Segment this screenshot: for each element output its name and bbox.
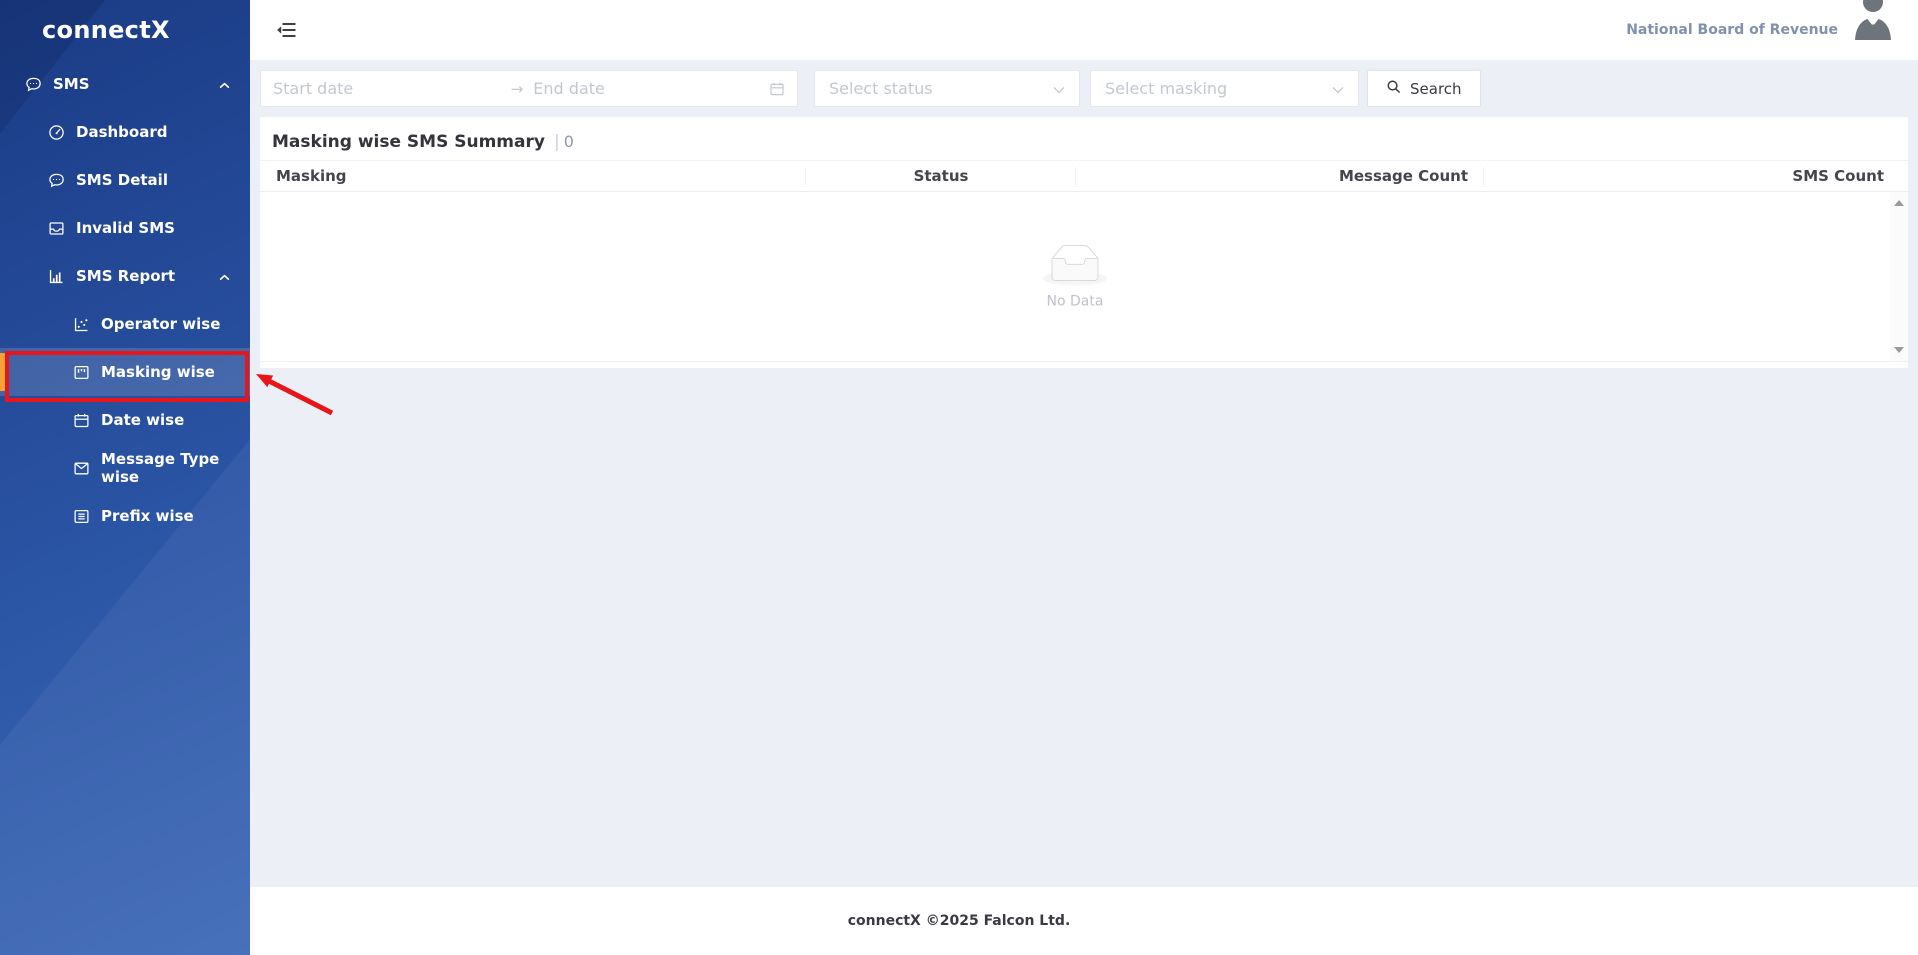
- sidebar-item-label: SMS Detail: [76, 171, 168, 189]
- mail-icon: [73, 460, 90, 477]
- record-count: 0: [564, 132, 574, 151]
- column-header-masking: Masking: [260, 167, 806, 185]
- sidebar-item-sms-detail[interactable]: SMS Detail: [0, 156, 250, 204]
- sidebar-item-label: Dashboard: [76, 123, 167, 141]
- message-icon: [48, 172, 65, 189]
- content-area: → Select status Se: [250, 60, 1918, 887]
- masking-select[interactable]: Select masking: [1090, 70, 1359, 107]
- sidebar-item-label: Masking wise: [101, 363, 215, 381]
- sidebar-item-masking-wise[interactable]: Masking wise: [0, 348, 250, 396]
- table-header-row: Masking Status Message Count SMS Count: [260, 160, 1908, 192]
- empty-state-text: No Data: [260, 293, 1890, 309]
- app-layout: connectX SMS: [0, 0, 1918, 955]
- sidebar-group-sms-report[interactable]: SMS Report: [0, 252, 250, 300]
- sidebar-item-prefix-wise[interactable]: Prefix wise: [0, 492, 250, 540]
- message-icon: [25, 76, 42, 93]
- sidebar-item-invalid-sms[interactable]: Invalid SMS: [0, 204, 250, 252]
- empty-box-icon: [1043, 244, 1107, 285]
- content-spacer: [260, 368, 1908, 877]
- search-button-label: Search: [1410, 80, 1462, 98]
- search-icon: [1386, 79, 1401, 98]
- scroll-up-arrow-icon[interactable]: [1894, 200, 1904, 206]
- sidebar-item-dashboard[interactable]: Dashboard: [0, 108, 250, 156]
- chevron-down-icon: [1332, 79, 1344, 98]
- end-date-input[interactable]: [533, 79, 761, 98]
- chevron-down-icon: [1053, 79, 1065, 98]
- status-select-placeholder: Select status: [829, 79, 933, 98]
- inbox-icon: [48, 220, 65, 237]
- sidebar-item-date-wise[interactable]: Date wise: [0, 396, 250, 444]
- masking-select-placeholder: Select masking: [1105, 79, 1227, 98]
- sidebar-item-label: Message Type wise: [101, 450, 250, 486]
- status-select[interactable]: Select status: [814, 70, 1080, 107]
- profile-icon: [73, 508, 90, 525]
- filter-bar: → Select status Se: [260, 70, 1908, 107]
- column-header-sms-count: SMS Count: [1484, 167, 1890, 185]
- sidebar-item-operator-wise[interactable]: Operator wise: [0, 300, 250, 348]
- user-name[interactable]: National Board of Revenue: [1626, 22, 1838, 38]
- top-header: National Board of Revenue: [250, 0, 1918, 60]
- sidebar-item-label: Prefix wise: [101, 507, 194, 525]
- swap-right-icon: →: [511, 80, 524, 98]
- date-range-picker[interactable]: →: [260, 70, 798, 107]
- table-body: No Data: [260, 192, 1908, 362]
- bar-chart-icon: [48, 268, 65, 285]
- title-divider: |: [554, 132, 560, 152]
- sidebar-item-label: Operator wise: [101, 315, 220, 333]
- sidebar-item-label: SMS: [53, 75, 90, 93]
- user-avatar[interactable]: [1852, 0, 1894, 40]
- calendar-icon: [73, 412, 90, 429]
- sidebar-group-sms[interactable]: SMS: [0, 60, 250, 108]
- start-date-input[interactable]: [273, 79, 501, 98]
- sidebar-menu: SMS Dashboard: [0, 60, 250, 540]
- footer-copyright: connectX ©2025 Falcon Ltd.: [848, 913, 1071, 929]
- sidebar-item-label: Date wise: [101, 411, 184, 429]
- search-button[interactable]: Search: [1367, 70, 1481, 107]
- calendar-icon: [769, 81, 785, 97]
- project-icon: [73, 364, 90, 381]
- sidebar-item-label: Invalid SMS: [76, 219, 175, 237]
- sidebar: connectX SMS: [0, 0, 250, 955]
- column-header-status: Status: [806, 167, 1076, 185]
- dot-chart-icon: [73, 316, 90, 333]
- page-title: Masking wise SMS Summary: [272, 132, 545, 152]
- app-logo: connectX: [0, 0, 250, 60]
- empty-state: No Data: [260, 244, 1890, 309]
- menu-fold-icon[interactable]: [276, 20, 298, 40]
- sidebar-item-message-type-wise[interactable]: Message Type wise: [0, 444, 250, 492]
- sidebar-item-label: SMS Report: [76, 267, 175, 285]
- chevron-up-icon: [219, 267, 230, 285]
- chevron-up-icon: [219, 75, 230, 93]
- column-header-message-count: Message Count: [1076, 167, 1484, 185]
- dashboard-icon: [48, 124, 65, 141]
- main-area: National Board of Revenue →: [250, 0, 1918, 955]
- card-header: Masking wise SMS Summary | 0: [260, 117, 1908, 160]
- table-scrollbar[interactable]: [1890, 192, 1908, 361]
- scroll-down-arrow-icon[interactable]: [1894, 347, 1904, 353]
- summary-card: Masking wise SMS Summary | 0 Masking Sta…: [260, 117, 1908, 368]
- page-footer: connectX ©2025 Falcon Ltd.: [250, 887, 1918, 955]
